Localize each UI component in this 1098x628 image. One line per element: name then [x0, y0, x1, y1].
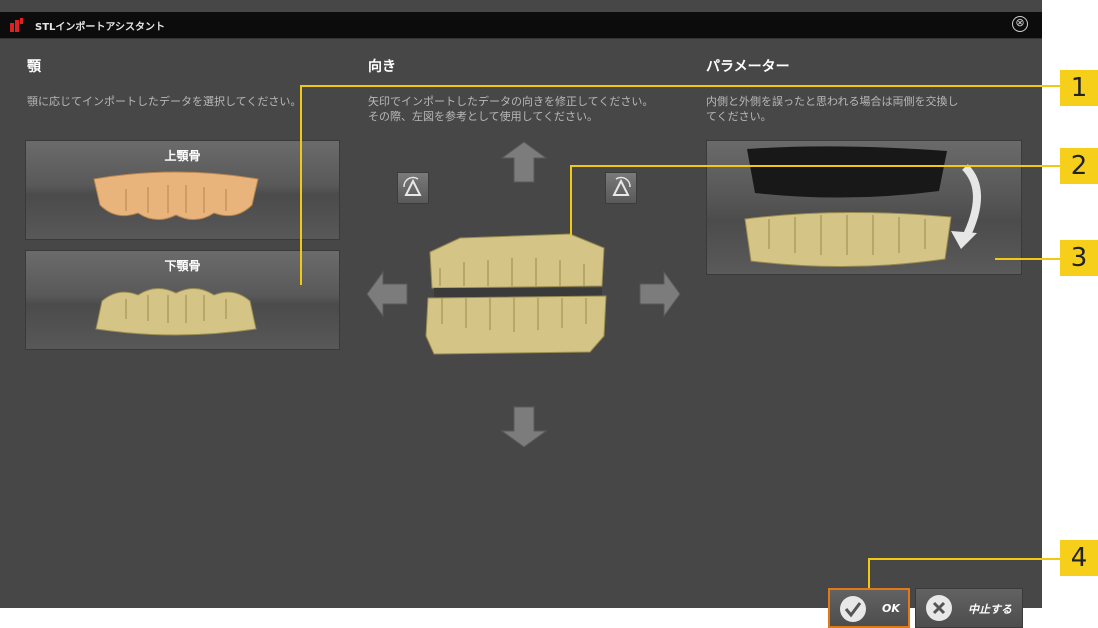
rotate-ccw-button[interactable]: [397, 172, 429, 204]
upper-jaw-label: 上顎骨: [164, 149, 201, 163]
ok-button[interactable]: OK: [828, 588, 910, 628]
jaw-column-description: 顎に応じてインポートしたデータを選択してください。: [27, 95, 302, 108]
close-button[interactable]: ⊗: [1012, 16, 1028, 32]
lower-jaw-model-icon: [95, 288, 257, 336]
callout-3-line: [995, 258, 1060, 260]
callout-1-line-v: [300, 85, 302, 285]
callout-2-line-h: [570, 165, 1060, 167]
callout-2-line-v: [570, 165, 572, 235]
upper-jaw-option[interactable]: 上顎骨: [25, 140, 340, 240]
parameters-column-description: 内側と外側を誤ったと思われる場合は両側を交換し てください。: [706, 95, 959, 123]
swap-sides-preview: [744, 146, 981, 268]
dental-model-preview: [425, 233, 607, 355]
app-logo-icon: [10, 18, 23, 32]
rotate-ccw-icon: [403, 176, 422, 196]
cancel-button-label: 中止する: [968, 603, 1012, 616]
callout-1-line-h: [300, 85, 1060, 87]
cancel-button[interactable]: 中止する: [915, 588, 1023, 628]
jaw-column-title: 顎: [27, 59, 41, 75]
rotate-up-arrow-icon[interactable]: [500, 140, 548, 184]
callout-4-line-h: [868, 558, 1060, 560]
callout-2: 2: [1060, 148, 1098, 184]
rotate-cw-icon: [612, 176, 631, 196]
window-title: STLインポートアシスタント: [35, 22, 165, 33]
lower-jaw-option[interactable]: 下顎骨: [25, 250, 340, 350]
ok-button-label: OK: [882, 602, 900, 615]
swap-sides-panel[interactable]: [706, 140, 1022, 275]
cancel-x-icon: [926, 595, 952, 621]
checkmark-icon: [840, 596, 866, 622]
rotate-cw-button[interactable]: [605, 172, 637, 204]
rotate-left-arrow-icon[interactable]: [365, 270, 409, 318]
callout-4: 4: [1060, 540, 1098, 576]
callout-3: 3: [1060, 240, 1098, 276]
orientation-column-description: 矢印でインポートしたデータの向きを修正してください。 その際、左図を参考として使…: [368, 95, 654, 123]
rotate-down-arrow-icon[interactable]: [500, 405, 548, 449]
lower-jaw-label: 下顎骨: [164, 259, 201, 273]
callout-4-line-v: [868, 558, 870, 588]
orientation-column-title: 向き: [368, 59, 396, 75]
callout-1: 1: [1060, 70, 1098, 106]
rotate-right-arrow-icon[interactable]: [638, 270, 682, 318]
import-assistant-window: STLインポートアシスタント ⊗ 顎 顎に応じてインポートしたデータを選択してく…: [0, 0, 1042, 628]
upper-jaw-model-icon: [93, 171, 259, 220]
parameters-column-title: パラメーター: [706, 59, 790, 75]
